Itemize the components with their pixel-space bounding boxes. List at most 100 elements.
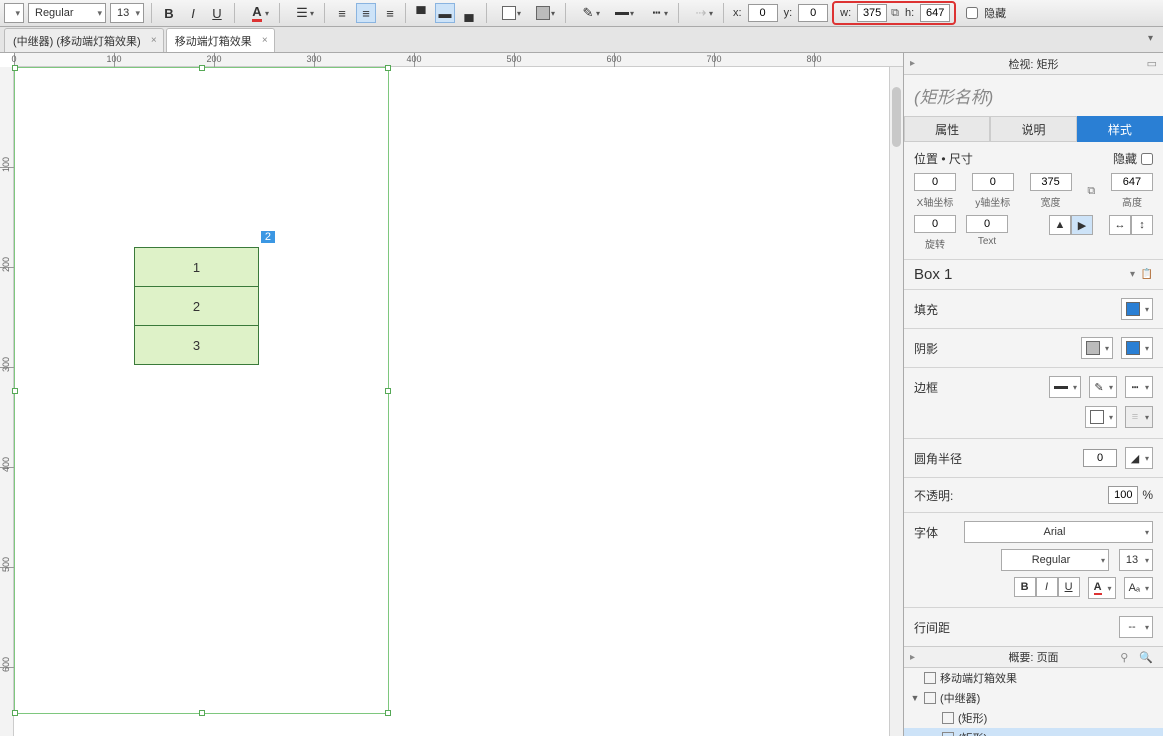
valign-middle-button[interactable]: ▬ <box>435 3 455 23</box>
bold-button[interactable]: B <box>159 3 179 23</box>
font-weight-dropdown[interactable]: Regular <box>1001 549 1109 571</box>
outline-tree[interactable]: 移动端灯箱效果▼(中继器)(矩形)(矩形) <box>904 668 1163 736</box>
border-style-dropdown[interactable]: ┅ <box>1125 376 1153 398</box>
tab-lightbox-page[interactable]: 移动端灯箱效果 × <box>166 28 275 52</box>
italic-button[interactable]: I <box>183 3 203 23</box>
tab-repeater-page[interactable]: (中继器) (移动端灯箱效果) × <box>4 28 164 52</box>
align-right-button[interactable]: ≡ <box>380 3 400 23</box>
border-visibility-dropdown[interactable] <box>1085 406 1117 428</box>
border-color-dropdown[interactable]: ✎ <box>1089 376 1117 398</box>
style-preset-dropdown[interactable]: Box 1 ▾ 📋 <box>904 260 1163 290</box>
inner-shadow-dropdown[interactable] <box>1121 337 1153 359</box>
flip-h-button[interactable]: ▲ <box>1049 215 1071 235</box>
corner-per-side-dropdown[interactable]: ◢ <box>1125 447 1153 469</box>
underline-button[interactable]: U <box>207 3 227 23</box>
font-family-dropdown[interactable] <box>4 3 24 23</box>
underline-button[interactable]: U <box>1058 577 1080 597</box>
repeater-cell[interactable]: 1 <box>134 247 259 287</box>
insp-y-input[interactable] <box>972 173 1014 191</box>
w-input[interactable] <box>857 4 887 22</box>
insp-x-input[interactable] <box>914 173 956 191</box>
insp-textrot-input[interactable] <box>966 215 1008 233</box>
font-size-dropdown[interactable]: 13 <box>110 3 144 23</box>
fit-height-button[interactable]: ↕ <box>1131 215 1153 235</box>
outline-item[interactable]: 移动端灯箱效果 <box>904 668 1163 688</box>
tab-label: 移动端灯箱效果 <box>175 33 252 49</box>
y-input[interactable] <box>798 4 828 22</box>
italic-button[interactable]: I <box>1036 577 1058 597</box>
arrow-dropdown[interactable]: ⇢ <box>686 3 716 23</box>
x-input[interactable] <box>748 4 778 22</box>
font-weight-dropdown[interactable]: Regular <box>28 3 106 23</box>
text-color-dropdown[interactable]: A <box>1088 577 1116 599</box>
repeater-widget[interactable]: 2 123 <box>134 247 259 365</box>
hide-checkbox[interactable] <box>1141 153 1153 165</box>
insp-h-input[interactable] <box>1111 173 1153 191</box>
canvas-area[interactable]: 0100200300400500600700800 10020030040050… <box>0 53 903 736</box>
row-opacity: 不透明: % <box>904 478 1163 513</box>
outline-item[interactable]: ▼(中继器) <box>904 688 1163 708</box>
border-width-dropdown[interactable] <box>1049 376 1081 398</box>
shadow-outer-dropdown[interactable] <box>528 3 558 23</box>
font-size-dropdown[interactable]: 13 <box>1119 549 1153 571</box>
lock-aspect-icon[interactable]: ⧉ <box>1087 185 1095 198</box>
text-case-dropdown[interactable]: Aₐ <box>1124 577 1153 599</box>
align-left-button[interactable]: ≡ <box>332 3 352 23</box>
fit-width-button[interactable]: ↔ <box>1109 215 1131 235</box>
bold-button[interactable]: B <box>1014 577 1036 597</box>
row-shadow: 阴影 <box>904 329 1163 368</box>
line-width-dropdown[interactable] <box>607 3 637 23</box>
object-name-field[interactable]: (矩形名称) <box>904 75 1163 116</box>
outline-item[interactable]: (矩形) <box>904 728 1163 736</box>
valign-top-button[interactable]: ▀ <box>411 3 431 23</box>
y-label: y: <box>782 7 795 19</box>
w-label: w: <box>838 7 853 19</box>
repeater-cell[interactable]: 3 <box>134 325 259 365</box>
canvas[interactable]: 2 123 <box>14 67 889 736</box>
wh-highlight-box: w: ⧉ h: <box>832 1 956 25</box>
flip-v-button[interactable]: ▶ <box>1071 215 1093 235</box>
outline-item[interactable]: (矩形) <box>904 708 1163 728</box>
selection-count-badge: 2 <box>261 231 275 243</box>
insp-w-input[interactable] <box>1030 173 1072 191</box>
close-icon[interactable]: × <box>151 35 157 46</box>
h-input[interactable] <box>920 4 950 22</box>
pin-icon[interactable]: ▸ <box>910 58 915 69</box>
font-family-dropdown[interactable]: Arial <box>964 521 1153 543</box>
pin-icon[interactable]: ▸ <box>910 652 915 663</box>
corner-radius-input[interactable] <box>1083 449 1117 467</box>
repeater-cell[interactable]: 2 <box>134 286 259 326</box>
page-icon <box>924 672 936 684</box>
border-pattern-dropdown[interactable]: ≡ <box>1125 406 1153 428</box>
tab-style[interactable]: 样式 <box>1077 116 1163 142</box>
outer-shadow-dropdown[interactable] <box>1081 337 1113 359</box>
inspector-title: ▸ 检视: 矩形 ▭ <box>904 53 1163 75</box>
fill-color-dropdown[interactable] <box>494 3 524 23</box>
line-spacing-dropdown[interactable]: -- <box>1119 616 1153 638</box>
close-icon[interactable]: × <box>262 35 268 46</box>
hidden-checkbox[interactable] <box>966 7 978 19</box>
ruler-vertical: 100200300400500600 <box>0 67 14 736</box>
lock-aspect-icon[interactable]: ⧉ <box>891 7 899 20</box>
line-color-dropdown[interactable]: ✎ <box>573 3 603 23</box>
scrollbar-vertical[interactable] <box>889 67 903 736</box>
valign-bottom-button[interactable]: ▄ <box>459 3 479 23</box>
tabs-overflow-dropdown[interactable]: ▾ <box>1148 33 1153 44</box>
row-line-spacing: 行间距 -- <box>904 608 1163 646</box>
document-tabs: (中继器) (移动端灯箱效果) × 移动端灯箱效果 × ▾ <box>0 27 1163 53</box>
tab-notes[interactable]: 说明 <box>990 116 1076 142</box>
outline-title: ▸ 概要: 页面 ⚲ 🔍 <box>904 646 1163 668</box>
text-color-dropdown[interactable]: A <box>242 3 272 23</box>
tab-properties[interactable]: 属性 <box>904 116 990 142</box>
opacity-input[interactable] <box>1108 486 1138 504</box>
page-icon[interactable]: ▭ <box>1147 57 1157 70</box>
line-style-dropdown[interactable]: ┅ <box>641 3 671 23</box>
outline-tools[interactable]: ⚲ 🔍 <box>1120 651 1157 664</box>
align-center-button[interactable]: ≡ <box>356 3 376 23</box>
row-fill: 填充 <box>904 290 1163 329</box>
insp-rot-input[interactable] <box>914 215 956 233</box>
list-dropdown[interactable]: ☰ <box>287 3 317 23</box>
selection-rect[interactable] <box>14 67 389 714</box>
fill-color-dropdown[interactable] <box>1121 298 1153 320</box>
ruler-horizontal: 0100200300400500600700800 <box>14 53 903 67</box>
